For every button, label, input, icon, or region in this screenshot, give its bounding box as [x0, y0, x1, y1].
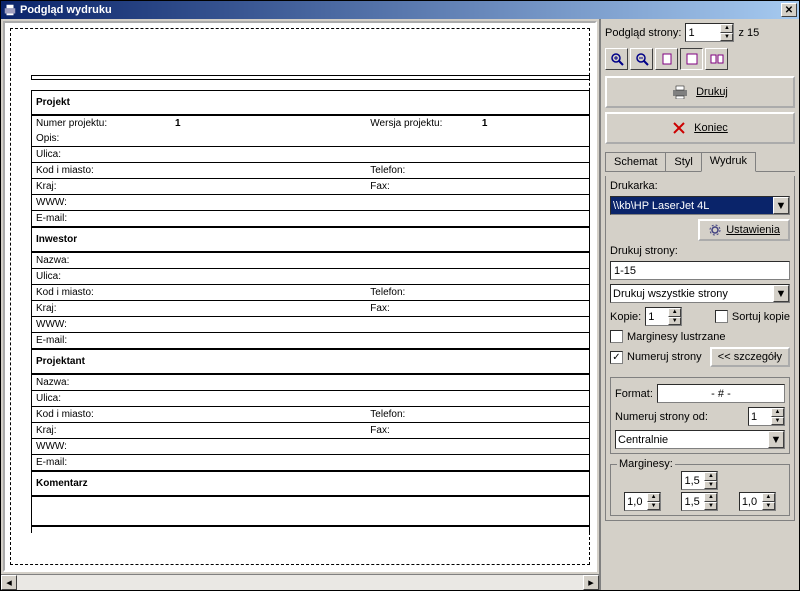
print-button[interactable]: Drukuj [605, 76, 795, 108]
number-pages-checkbox[interactable]: ✓ [610, 351, 623, 364]
close-button[interactable]: ✕ [781, 3, 797, 17]
pages-input[interactable] [610, 261, 790, 280]
spin-down-icon[interactable]: ▼ [720, 33, 733, 42]
tab-style[interactable]: Styl [665, 152, 701, 171]
printer-icon [672, 85, 688, 99]
fit-width-button[interactable] [680, 48, 703, 70]
tab-print[interactable]: Wydruk [701, 152, 756, 172]
app-icon [3, 3, 17, 17]
horizontal-scrollbar[interactable]: ◂ ▸ [1, 574, 599, 590]
margin-top-spin[interactable]: ▲▼ [681, 471, 718, 490]
close-x-icon [672, 121, 686, 135]
format-input[interactable] [657, 384, 785, 403]
sidebar: Podgląd strony: ▲▼ z 15 Drukuj [599, 19, 799, 590]
two-pages-button[interactable] [705, 48, 728, 70]
print-panel: Drukarka: \\kb\HP LaserJet 4L ▼ Ustawien… [605, 176, 795, 521]
page-number-spin[interactable]: ▲▼ [685, 23, 734, 42]
fit-page-button[interactable] [655, 48, 678, 70]
chevron-down-icon[interactable]: ▼ [773, 197, 789, 214]
page-preview-label: Podgląd strony: [605, 27, 681, 39]
tab-schema[interactable]: Schemat [605, 152, 666, 171]
margin-right-spin[interactable]: ▲▼ [739, 492, 776, 511]
zoom-in-button[interactable] [605, 48, 628, 70]
collate-checkbox[interactable] [715, 310, 728, 323]
window-title: Podgląd wydruku [20, 4, 781, 16]
details-toggle-button[interactable]: << szczegóły [710, 347, 790, 367]
margins-group: Marginesy: ▲▼ ▲▼ ▲▼ ▲▼ [610, 464, 790, 516]
numbering-group: Format: Numeruj strony od: ▲▼ Centralnie… [610, 377, 790, 454]
start-number-spin[interactable]: ▲▼ [748, 407, 785, 426]
tab-bar: Schemat Styl Wydruk [605, 152, 795, 172]
margin-left-spin[interactable]: ▲▼ [624, 492, 661, 511]
scroll-right-button[interactable]: ▸ [583, 575, 599, 590]
copies-label: Kopie: [610, 311, 641, 323]
spin-up-icon[interactable]: ▲ [720, 24, 733, 33]
close-preview-button[interactable]: Koniec [605, 112, 795, 144]
chevron-down-icon[interactable]: ▼ [768, 431, 784, 448]
main-area: Projekt Numer projektu:1Wersja projektu:… [1, 19, 799, 590]
report-content: Projekt Numer projektu:1Wersja projektu:… [31, 90, 590, 497]
pages-label: Drukuj strony: [610, 245, 790, 257]
margin-bottom-spin[interactable]: ▲▼ [681, 492, 718, 511]
mirror-margins-checkbox[interactable] [610, 330, 623, 343]
gear-icon [708, 223, 722, 237]
preview-area: Projekt Numer projektu:1Wersja projektu:… [3, 21, 597, 572]
range-mode-select[interactable]: Drukuj wszystkie strony ▼ [610, 284, 790, 303]
print-preview-window: Podgląd wydruku ✕ Projekt Numer projektu… [0, 0, 800, 591]
titlebar: Podgląd wydruku ✕ [1, 1, 799, 19]
printer-settings-button[interactable]: Ustawienia [698, 219, 790, 241]
scroll-left-button[interactable]: ◂ [1, 575, 17, 590]
zoom-out-button[interactable] [630, 48, 653, 70]
chevron-down-icon[interactable]: ▼ [773, 285, 789, 302]
printer-label: Drukarka: [610, 180, 790, 192]
alignment-select[interactable]: Centralnie ▼ [615, 430, 785, 449]
page-number-input[interactable] [686, 24, 720, 41]
printer-select[interactable]: \\kb\HP LaserJet 4L ▼ [610, 196, 790, 215]
zoom-toolbar [605, 46, 795, 72]
copies-spin[interactable]: ▲▼ [645, 307, 682, 326]
